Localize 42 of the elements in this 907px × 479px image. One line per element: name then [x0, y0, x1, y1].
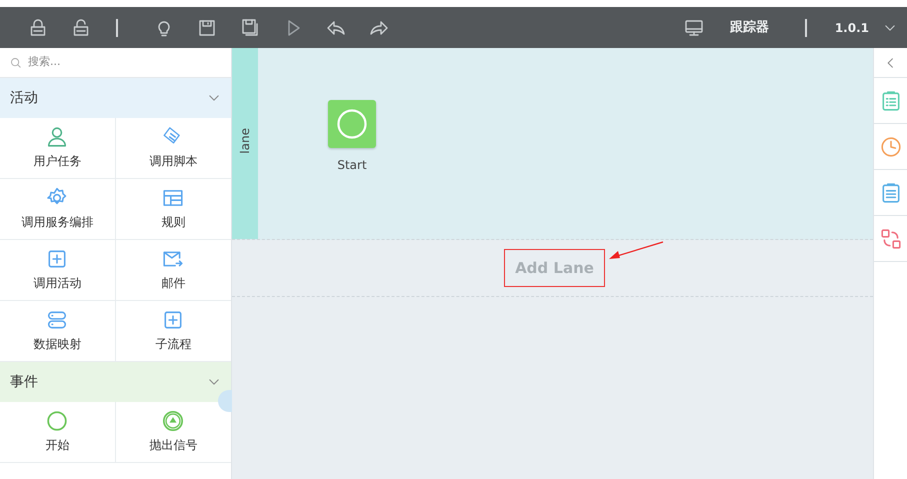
- clipboard-icon: [880, 182, 902, 204]
- palette-item[interactable]: 规则: [116, 179, 231, 240]
- user-icon: [46, 126, 68, 148]
- version-label[interactable]: 1.0.1: [834, 18, 869, 36]
- signal-icon: [162, 410, 184, 432]
- search-field[interactable]: 搜索...: [26, 53, 216, 72]
- palette-item[interactable]: 调用服务编排: [0, 179, 116, 240]
- monitor-button[interactable]: [684, 18, 704, 38]
- lock-button[interactable]: [28, 18, 48, 38]
- monitor-icon: [684, 18, 704, 38]
- group-title: 活动: [10, 88, 38, 108]
- plus-square-icon: [162, 309, 184, 331]
- node-label: Start: [337, 157, 367, 174]
- start-event-node[interactable]: [328, 100, 376, 148]
- palette-item[interactable]: 邮件: [116, 240, 231, 301]
- collapse-handle[interactable]: [218, 390, 232, 412]
- palette-item[interactable]: 调用活动: [0, 240, 116, 301]
- unlock-button[interactable]: [71, 18, 91, 38]
- palette-item[interactable]: 用户任务: [0, 118, 116, 179]
- circle-icon: [46, 410, 68, 432]
- palette-item[interactable]: 调用脚本: [116, 118, 231, 179]
- database-icon: [46, 309, 68, 331]
- tracker-label[interactable]: 跟踪器: [730, 18, 769, 38]
- search-icon: [10, 56, 22, 68]
- palette-item[interactable]: 开始: [0, 402, 116, 463]
- group-title: 事件: [10, 372, 38, 392]
- save-button[interactable]: [197, 18, 217, 38]
- save-as-button[interactable]: [240, 18, 260, 38]
- swap-icon: [880, 228, 902, 250]
- annotation-arrow: [609, 241, 664, 259]
- group-header[interactable]: 事件: [0, 362, 231, 402]
- lane-header[interactable]: lane: [232, 48, 258, 239]
- circle-icon: [336, 108, 368, 140]
- plus-square-icon: [46, 248, 68, 270]
- save-as-icon: [240, 18, 260, 38]
- clock-icon: [880, 136, 902, 158]
- group-header[interactable]: 活动: [0, 78, 231, 118]
- checklist-icon: [880, 90, 902, 112]
- save-icon: [197, 18, 217, 38]
- lock-icon: [28, 18, 48, 38]
- table-icon: [162, 187, 184, 209]
- unlock-icon: [71, 18, 91, 38]
